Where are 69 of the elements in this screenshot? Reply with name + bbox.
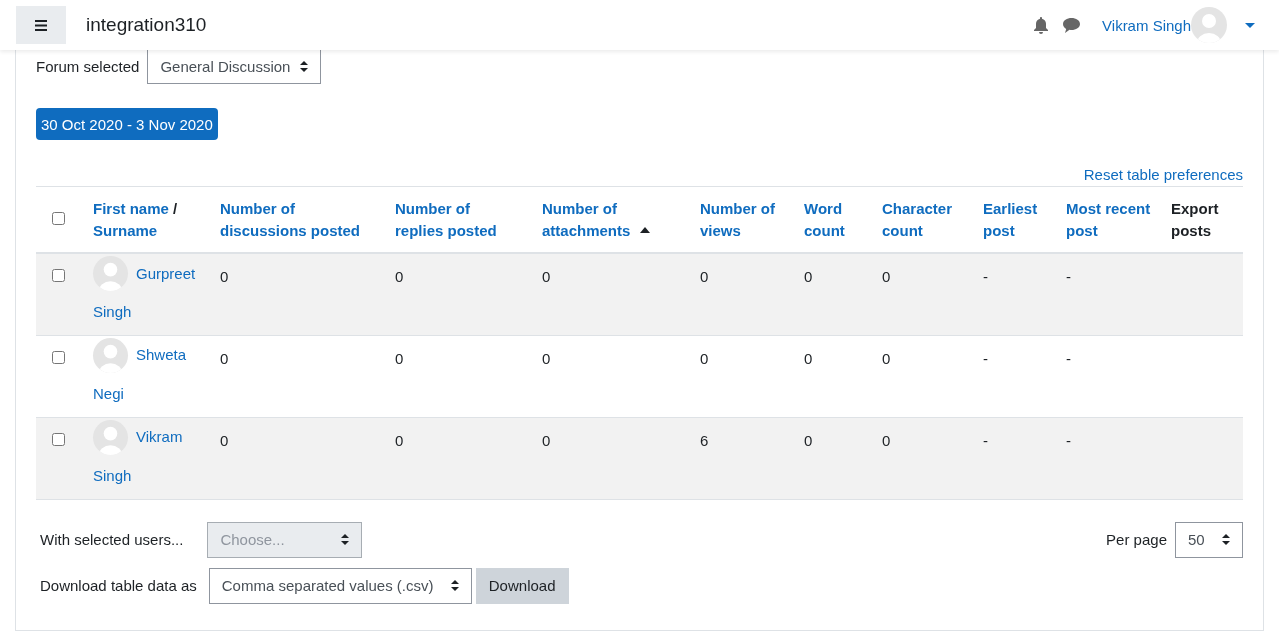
column-header: Export posts [1171, 199, 1220, 241]
table-cell: - [1066, 431, 1071, 449]
menu-icon [35, 19, 47, 31]
table-cell: 0 [882, 268, 891, 285]
forum-select[interactable]: General Discussion [147, 48, 322, 84]
date-range-button[interactable]: 30 Oct 2020 - 3 Nov 2020 [36, 108, 218, 140]
table-cell: 0 [542, 268, 551, 285]
table-cell: 0 [700, 268, 709, 285]
table-cell: 6 [700, 431, 709, 449]
table-cell: 0 [542, 431, 551, 449]
per-page-select[interactable]: 50 [1175, 521, 1243, 558]
name-separator: / [173, 200, 178, 217]
table-cell: - [983, 349, 988, 367]
table-cell: - [1066, 268, 1071, 285]
user-name-link[interactable]: Vikram Singh [1102, 16, 1191, 34]
download-button[interactable]: Download [475, 567, 569, 604]
table-cell: - [983, 431, 988, 449]
table-cell: 0 [395, 268, 404, 285]
column-sort-link[interactable]: Number of views [700, 198, 780, 242]
avatar-placeholder [1191, 7, 1227, 43]
user-last-name-link[interactable]: Negi [93, 384, 124, 402]
forum-select-label: Forum selected [36, 57, 140, 75]
surname-sort-link[interactable]: Surname [93, 222, 158, 239]
user-first-name-link[interactable]: Gurpreet [136, 258, 196, 289]
column-sort-link[interactable]: Number of replies posted [395, 198, 505, 242]
select-all-checkbox[interactable] [52, 212, 65, 225]
first-name-sort-link[interactable]: First name [93, 200, 169, 217]
row-checkbox[interactable] [52, 350, 65, 364]
column-sort-link[interactable]: Most recent post [1066, 198, 1161, 242]
table-cell: 0 [220, 349, 229, 367]
download-label: Download table data as [40, 577, 197, 594]
table-cell: 0 [220, 268, 229, 285]
per-page-label: Per page [1106, 531, 1167, 548]
column-sort-link[interactable]: Character count [882, 198, 957, 242]
table-cell: 0 [395, 431, 404, 449]
table-cell: - [1066, 349, 1071, 367]
user-last-name-link[interactable]: Singh [93, 466, 132, 484]
user-last-name-link[interactable]: Singh [93, 303, 132, 320]
table-cell: 0 [804, 268, 813, 285]
avatar-placeholder [93, 256, 128, 291]
table-cell: - [983, 268, 988, 285]
sort-arrows-icon [300, 60, 309, 72]
notifications-icon[interactable] [1033, 16, 1050, 34]
table-cell: 0 [882, 431, 891, 449]
table-cell: 0 [220, 431, 229, 449]
download-format-select[interactable]: Comma separated values (.csv) [208, 567, 472, 604]
reset-table-preferences-link[interactable]: Reset table preferences [1083, 166, 1243, 186]
row-checkbox[interactable] [52, 269, 65, 282]
row-checkbox[interactable] [52, 432, 65, 446]
sort-arrows-icon [1222, 534, 1230, 545]
sort-arrows-icon [450, 580, 459, 591]
site-name: integration310 [86, 14, 207, 36]
column-sort-link[interactable]: Word count [804, 198, 854, 242]
column-sort-link[interactable]: Earliest post [983, 198, 1043, 242]
table-cell: 0 [804, 349, 813, 367]
user-first-name-link[interactable]: Shweta [136, 340, 187, 370]
column-sort-link[interactable]: Number of attachments [542, 198, 634, 242]
sort-arrows-icon [341, 534, 350, 545]
table-cell: 0 [882, 349, 891, 367]
chat-bubble-icon[interactable] [1063, 17, 1081, 33]
caret-icon[interactable] [1245, 22, 1255, 28]
menu-button[interactable] [16, 6, 66, 44]
table-cell: 0 [395, 349, 404, 367]
column-sort-link[interactable]: Number of discussions posted [220, 198, 365, 242]
user-first-name-link[interactable]: Vikram [136, 422, 183, 452]
bulk-action-label: With selected users... [40, 531, 184, 548]
table-cell: 0 [542, 349, 551, 367]
table-cell: 0 [700, 349, 709, 367]
table-cell: 0 [804, 431, 813, 449]
